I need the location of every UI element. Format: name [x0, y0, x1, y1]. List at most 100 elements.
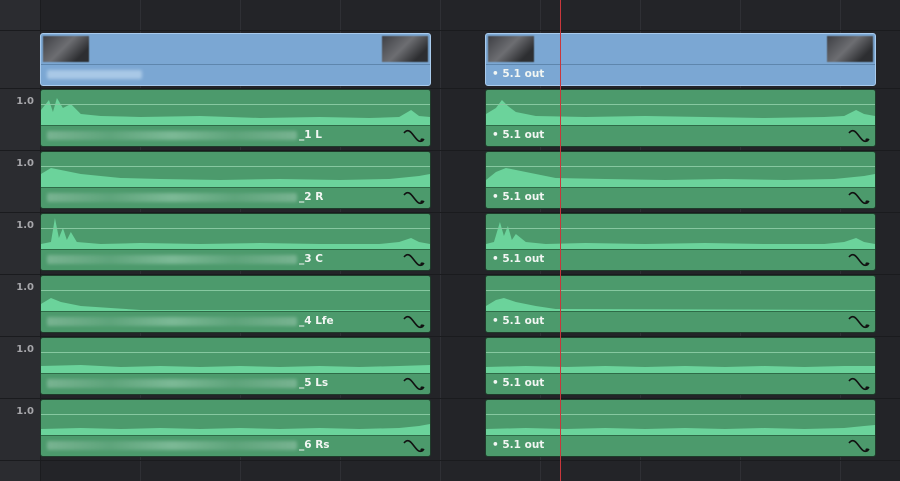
volume-line[interactable] — [486, 166, 875, 167]
curve-fx-icon[interactable] — [848, 438, 870, 453]
video-thumbnail-strip — [41, 34, 430, 65]
track-gain-2: 1.0 — [16, 158, 34, 169]
clip-divider — [486, 311, 875, 312]
clip-name-redacted — [47, 440, 297, 450]
audio-clip-left[interactable]: _2 R — [40, 151, 431, 209]
track-gain-6: 1.0 — [16, 406, 34, 417]
volume-line[interactable] — [41, 166, 430, 167]
time-gridline — [440, 0, 441, 481]
track-gain-5: 1.0 — [16, 344, 34, 355]
track-gain-3: 1.0 — [16, 220, 34, 231]
curve-fx-icon[interactable] — [403, 190, 425, 205]
clip-label-text: _3 C — [299, 253, 323, 265]
clip-divider — [486, 125, 875, 126]
clip-label: _3 C — [47, 253, 323, 265]
clip-label: _4 Lfe — [47, 315, 334, 327]
waveform — [41, 90, 430, 126]
clip-label: • 5.1 out — [492, 68, 545, 80]
clip-divider — [41, 249, 430, 250]
clip-divider — [486, 249, 875, 250]
video-thumbnail-end — [382, 36, 428, 62]
curve-fx-icon[interactable] — [848, 376, 870, 391]
video-thumbnail-start — [43, 36, 89, 62]
curve-fx-icon[interactable] — [403, 252, 425, 267]
clip-name-redacted — [47, 378, 297, 388]
volume-line[interactable] — [41, 352, 430, 353]
waveform — [41, 214, 430, 250]
clip-divider — [41, 373, 430, 374]
audio-clip-left[interactable]: _1 L — [40, 89, 431, 147]
volume-line[interactable] — [486, 290, 875, 291]
audio-clip-right[interactable]: • 5.1 out — [485, 275, 876, 333]
clip-label-text: _4 Lfe — [299, 315, 334, 327]
clip-label: _1 L — [47, 129, 322, 141]
clip-label: _6 Rs — [47, 439, 330, 451]
track-separator — [0, 460, 900, 461]
track-gain-1: 1.0 — [16, 96, 34, 107]
waveform — [486, 276, 875, 312]
audio-clip-left[interactable]: _3 C — [40, 213, 431, 271]
volume-line[interactable] — [486, 414, 875, 415]
clip-divider — [41, 187, 430, 188]
clip-divider — [486, 373, 875, 374]
audio-clip-right[interactable]: • 5.1 out — [485, 399, 876, 457]
curve-fx-icon[interactable] — [403, 438, 425, 453]
video-clip-left[interactable] — [40, 33, 431, 86]
curve-fx-icon[interactable] — [848, 190, 870, 205]
audio-clip-left[interactable]: _5 Ls — [40, 337, 431, 395]
curve-fx-icon[interactable] — [848, 314, 870, 329]
video-thumbnail-start — [488, 36, 534, 62]
waveform — [486, 152, 875, 188]
waveform — [41, 152, 430, 188]
clip-name-redacted — [47, 316, 297, 326]
waveform — [486, 338, 875, 374]
playhead[interactable] — [560, 0, 561, 481]
clip-label-text: _2 R — [299, 191, 324, 203]
waveform — [486, 214, 875, 250]
volume-line[interactable] — [486, 228, 875, 229]
audio-clip-right[interactable]: • 5.1 out — [485, 337, 876, 395]
clip-label: • 5.1 out — [492, 377, 545, 389]
curve-fx-icon[interactable] — [403, 314, 425, 329]
clip-label: • 5.1 out — [492, 129, 545, 141]
video-clip-right[interactable]: • 5.1 out — [485, 33, 876, 86]
clip-label: • 5.1 out — [492, 439, 545, 451]
timeline-panel[interactable]: 1.0 1.0 1.0 1.0 1.0 1.0 • 5.1 out _1 L •… — [0, 0, 900, 481]
audio-clip-right[interactable]: • 5.1 out — [485, 151, 876, 209]
clip-label: _5 Ls — [47, 377, 328, 389]
curve-fx-icon[interactable] — [848, 252, 870, 267]
audio-clip-left[interactable]: _4 Lfe — [40, 275, 431, 333]
clip-name-redacted — [47, 254, 297, 264]
clip-divider — [41, 311, 430, 312]
clip-name-redacted — [47, 192, 297, 202]
track-separator — [0, 30, 900, 31]
curve-fx-icon[interactable] — [403, 128, 425, 143]
clip-label-text: _6 Rs — [299, 439, 330, 451]
clip-divider — [486, 435, 875, 436]
waveform — [41, 400, 430, 436]
volume-line[interactable] — [41, 104, 430, 105]
volume-line[interactable] — [41, 228, 430, 229]
volume-line[interactable] — [486, 352, 875, 353]
clip-name-redacted — [47, 130, 297, 140]
video-thumbnail-end — [827, 36, 873, 62]
audio-clip-right[interactable]: • 5.1 out — [485, 89, 876, 147]
volume-line[interactable] — [41, 290, 430, 291]
clip-label: • 5.1 out — [492, 315, 545, 327]
clip-name-redacted — [47, 69, 142, 79]
video-thumbnail-strip — [486, 34, 875, 65]
waveform — [41, 338, 430, 374]
clip-label: _2 R — [47, 191, 323, 203]
clip-divider — [486, 187, 875, 188]
track-gain-4: 1.0 — [16, 282, 34, 293]
volume-line[interactable] — [486, 104, 875, 105]
volume-line[interactable] — [41, 414, 430, 415]
audio-clip-right[interactable]: • 5.1 out — [485, 213, 876, 271]
curve-fx-icon[interactable] — [403, 376, 425, 391]
curve-fx-icon[interactable] — [848, 128, 870, 143]
clip-divider — [41, 435, 430, 436]
waveform — [486, 400, 875, 436]
clip-label-text: _1 L — [299, 129, 322, 141]
waveform — [41, 276, 430, 312]
audio-clip-left[interactable]: _6 Rs — [40, 399, 431, 457]
